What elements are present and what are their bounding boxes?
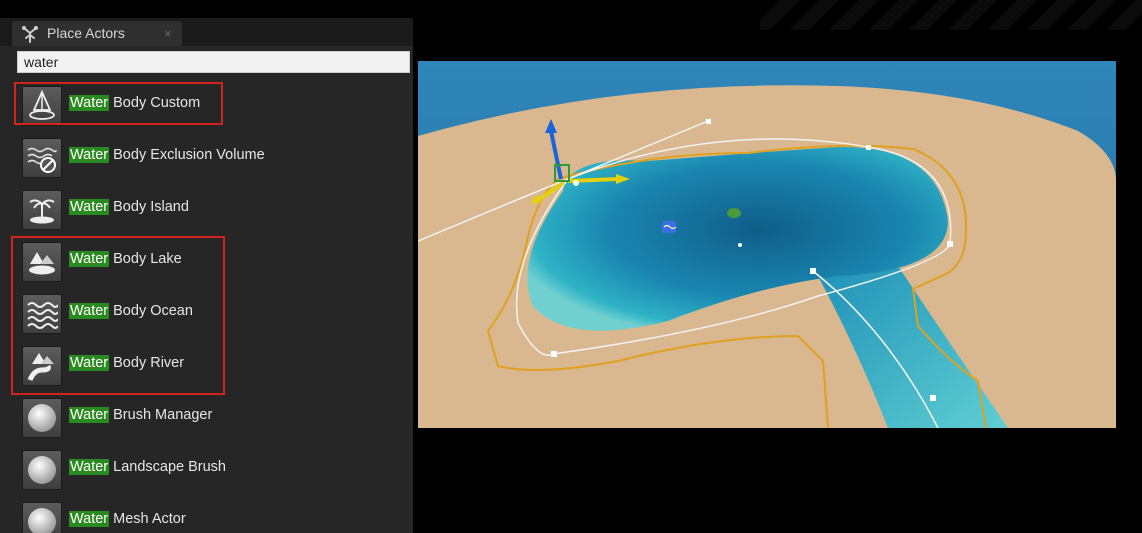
spline-point[interactable] <box>947 241 953 247</box>
thumbnail <box>22 450 62 490</box>
sphere-icon <box>28 456 56 484</box>
panel-top-strip <box>0 0 413 18</box>
pivot-point <box>738 243 742 247</box>
place-actors-panel: Place Actors × WaterBody Custom <box>0 0 413 533</box>
thumbnail <box>22 138 62 178</box>
place-actors-icon <box>22 26 38 43</box>
water-body-island-icon <box>29 199 55 224</box>
level-viewport[interactable] <box>418 61 1116 428</box>
list-item-label: Water Mesh Actor <box>69 511 186 527</box>
water-lake-river-scene <box>418 61 1116 428</box>
thumbnail <box>22 398 62 438</box>
list-item-label: Water Body Exclusion Volume <box>69 147 265 163</box>
annotation-box-lake-ocean-river <box>11 236 225 395</box>
list-item-label: Water Landscape Brush <box>69 459 226 475</box>
spline-point[interactable] <box>706 119 711 124</box>
background-pattern <box>760 0 1142 30</box>
tab-label: Place Actors <box>47 25 125 41</box>
list-item-water-landscape-brush[interactable]: Water Landscape Brush <box>0 444 413 496</box>
spline-point[interactable] <box>810 268 816 274</box>
water-body-exclusion-volume-icon <box>27 147 57 173</box>
sphere-icon <box>28 508 56 533</box>
panel-tab-bar: Place Actors × <box>0 18 413 46</box>
water-brush-icon[interactable] <box>727 208 741 218</box>
list-item-label: Water Body Island <box>69 199 189 215</box>
thumbnail <box>22 502 62 533</box>
tab-close-icon[interactable]: × <box>164 21 172 46</box>
list-item-water-mesh-actor[interactable]: Water Mesh Actor <box>0 496 413 533</box>
tab-place-actors[interactable]: Place Actors × <box>12 21 182 46</box>
list-item-water-brush-manager[interactable]: Water Brush Manager <box>0 392 413 444</box>
annotation-box-custom <box>14 82 223 125</box>
search-input[interactable] <box>17 51 410 73</box>
list-item-water-body-island[interactable]: Water Body Island <box>0 184 413 236</box>
sphere-icon <box>28 404 56 432</box>
spline-point[interactable] <box>551 351 557 357</box>
thumbnail <box>22 190 62 230</box>
list-item-water-body-exclusion-volume[interactable]: Water Body Exclusion Volume <box>0 132 413 184</box>
spline-point[interactable] <box>930 395 936 401</box>
list-item-label: Water Brush Manager <box>69 407 213 423</box>
spline-point[interactable] <box>866 145 871 150</box>
